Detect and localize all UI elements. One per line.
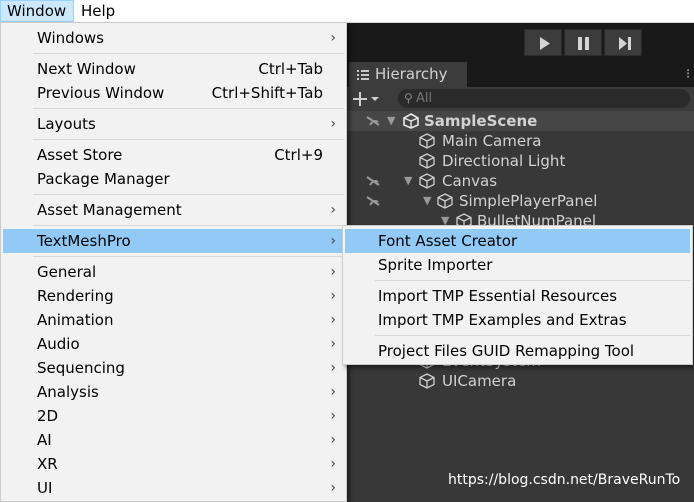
add-object-button[interactable] [352, 87, 382, 111]
pause-button[interactable] [564, 29, 602, 56]
submenu-arrow-icon: › [330, 264, 336, 280]
visibility-hidden-icon [366, 116, 380, 126]
menu-item-layouts[interactable]: Layouts › [3, 112, 344, 136]
menu-separator [33, 53, 344, 54]
hierarchy-item-label: Directional Light [442, 152, 566, 170]
hierarchy-scene-row[interactable]: ▼ SampleScene [346, 111, 694, 131]
gameobject-cube-icon [437, 193, 453, 209]
tab-strip: Hierarchy ⁝ [346, 61, 694, 87]
submenu-arrow-icon: › [330, 432, 336, 448]
menu-item-ui[interactable]: UI › [3, 476, 344, 500]
submenu-arrow-icon: › [330, 30, 336, 46]
submenu-arrow-icon: › [330, 288, 336, 304]
add-plus-icon [353, 92, 379, 106]
tab-hierarchy[interactable]: Hierarchy [349, 62, 467, 87]
play-icon [540, 37, 550, 50]
menu-item-animation[interactable]: Animation › [3, 308, 344, 332]
menu-item-2d[interactable]: 2D › [3, 404, 344, 428]
fold-arrow-icon[interactable]: ▼ [404, 171, 412, 191]
menu-item-asset-store[interactable]: Asset Store Ctrl+9 [3, 143, 344, 167]
submenu-arrow-icon: › [330, 408, 336, 424]
menu-separator [33, 139, 344, 140]
textmeshpro-submenu: Font Asset Creator Sprite Importer Impor… [342, 225, 693, 365]
fold-arrow-icon[interactable]: ▼ [387, 111, 395, 131]
submenu-arrow-icon: › [330, 116, 336, 132]
gameobject-cube-icon [419, 373, 435, 389]
window-menu: Windows › Next Window Ctrl+Tab Previous Wi… [0, 22, 347, 502]
hierarchy-item[interactable]: Main Camera [346, 131, 694, 151]
visibility-hidden-icon [366, 196, 380, 206]
menu-separator [375, 335, 690, 336]
hierarchy-item-label: SimplePlayerPanel [459, 192, 598, 210]
step-icon [619, 37, 631, 50]
menu-item-xr[interactable]: XR › [3, 452, 344, 476]
menu-item-previous-window[interactable]: Previous Window Ctrl+Shift+Tab [3, 81, 344, 105]
submenu-arrow-icon: › [330, 312, 336, 328]
search-icon: ⚲ [404, 91, 413, 105]
hierarchy-list-icon [357, 70, 369, 80]
menu-item-audio[interactable]: Audio › [3, 332, 344, 356]
tab-menu-icon[interactable]: ⁝ [686, 62, 690, 87]
watermark: https://blog.csdn.net/BraveRunTo [448, 472, 681, 488]
hierarchy-toolbar: ⚲ [346, 87, 694, 112]
submenu-arrow-icon: › [330, 480, 336, 496]
hierarchy-item-label: Main Camera [442, 132, 542, 150]
fold-arrow-icon[interactable]: ▼ [423, 191, 431, 211]
editor-toolbar [346, 23, 694, 61]
visibility-hidden-icon [366, 176, 380, 186]
menu-item-next-window[interactable]: Next Window Ctrl+Tab [3, 57, 344, 81]
hierarchy-item[interactable]: ▼ Canvas [346, 171, 694, 191]
menu-separator [33, 256, 344, 257]
menu-item-windows[interactable]: Windows › [3, 26, 344, 50]
step-button[interactable] [604, 29, 642, 56]
submenu-arrow-icon: › [330, 384, 336, 400]
menu-item-import-essential-resources[interactable]: Import TMP Essential Resources [345, 284, 690, 308]
pause-icon [578, 37, 589, 50]
menu-item-sequencing[interactable]: Sequencing › [3, 356, 344, 380]
play-button[interactable] [524, 29, 562, 56]
gameobject-cube-icon [419, 173, 435, 189]
submenu-arrow-icon: › [330, 456, 336, 472]
hierarchy-item-label: Canvas [442, 172, 498, 190]
submenu-arrow-icon: › [330, 360, 336, 376]
tab-hierarchy-label: Hierarchy [375, 65, 448, 83]
hierarchy-item[interactable]: UICamera [346, 371, 694, 391]
menu-item-sprite-importer[interactable]: Sprite Importer [345, 253, 690, 277]
scene-name: SampleScene [424, 112, 538, 130]
menu-item-guid-remapping-tool[interactable]: Project Files GUID Remapping Tool [345, 339, 690, 363]
menu-window[interactable]: Window [0, 0, 74, 22]
submenu-arrow-icon: › [330, 233, 336, 249]
submenu-arrow-icon: › [330, 336, 336, 352]
submenu-arrow-icon: › [330, 202, 336, 218]
menu-item-asset-management[interactable]: Asset Management › [3, 198, 344, 222]
menu-item-ai[interactable]: AI › [3, 428, 344, 452]
menu-separator [375, 280, 690, 281]
menu-separator [33, 194, 344, 195]
menu-item-font-asset-creator[interactable]: Font Asset Creator [345, 229, 690, 253]
menu-item-import-examples-extras[interactable]: Import TMP Examples and Extras [345, 308, 690, 332]
menu-separator [33, 108, 344, 109]
menu-item-general[interactable]: General › [3, 260, 344, 284]
menu-bar: Window Help [0, 0, 694, 23]
gameobject-cube-icon [419, 153, 435, 169]
hierarchy-item-label: UICamera [442, 372, 517, 390]
menu-item-rendering[interactable]: Rendering › [3, 284, 344, 308]
menu-item-package-manager[interactable]: Package Manager [3, 167, 344, 191]
hierarchy-item[interactable]: Directional Light [346, 151, 694, 171]
menu-item-analysis[interactable]: Analysis › [3, 380, 344, 404]
menu-item-textmeshpro[interactable]: TextMeshPro › [3, 229, 344, 253]
menu-separator [33, 225, 344, 226]
gameobject-cube-icon [419, 133, 435, 149]
hierarchy-search: ⚲ [398, 89, 690, 108]
menu-help[interactable]: Help [75, 0, 121, 22]
unity-scene-icon [403, 113, 419, 129]
hierarchy-search-input[interactable] [416, 89, 676, 108]
hierarchy-item[interactable]: ▼ SimplePlayerPanel [346, 191, 694, 211]
